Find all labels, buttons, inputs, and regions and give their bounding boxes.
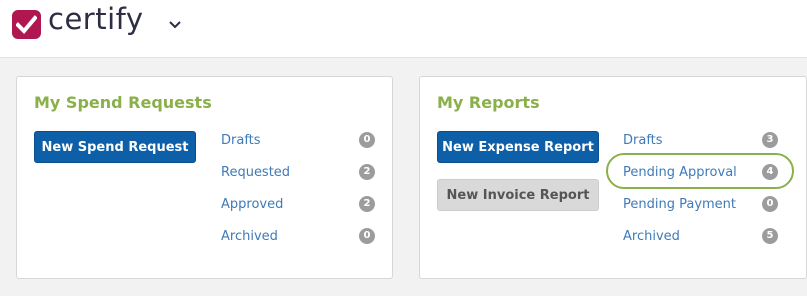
count-badge: 2 xyxy=(359,196,375,212)
count-badge: 2 xyxy=(359,164,375,180)
new-invoice-report-button[interactable]: New Invoice Report xyxy=(437,179,599,211)
spend-item-requested[interactable]: Requested 2 xyxy=(221,162,375,182)
spend-item-archived[interactable]: Archived 0 xyxy=(221,226,375,246)
spend-item-approved[interactable]: Approved 2 xyxy=(221,194,375,214)
spend-requests-title: My Spend Requests xyxy=(34,93,212,112)
list-item-label[interactable]: Archived xyxy=(221,229,359,244)
report-item-archived[interactable]: Archived 5 xyxy=(623,226,778,246)
count-badge: 0 xyxy=(762,196,778,212)
report-item-pending-approval[interactable]: Pending Approval 4 xyxy=(623,162,778,182)
list-item-label[interactable]: Archived xyxy=(623,229,762,244)
checkmark-icon xyxy=(16,15,37,34)
spend-item-drafts[interactable]: Drafts 0 xyxy=(221,130,375,150)
count-badge: 4 xyxy=(762,164,778,180)
new-spend-request-button[interactable]: New Spend Request xyxy=(34,131,196,163)
list-item-label[interactable]: Approved xyxy=(221,197,359,212)
list-item-label[interactable]: Drafts xyxy=(623,133,762,148)
count-badge: 0 xyxy=(359,228,375,244)
count-badge: 0 xyxy=(359,132,375,148)
report-item-pending-payment[interactable]: Pending Payment 0 xyxy=(623,194,778,214)
list-item-label[interactable]: Pending Approval xyxy=(623,165,762,180)
spend-requests-card: My Spend Requests New Spend Request Draf… xyxy=(16,76,393,279)
chevron-down-icon[interactable] xyxy=(167,17,183,31)
list-item-label[interactable]: Pending Payment xyxy=(623,197,762,212)
count-badge: 5 xyxy=(762,228,778,244)
app-name: certify xyxy=(48,2,144,36)
count-badge: 3 xyxy=(762,132,778,148)
list-item-label[interactable]: Drafts xyxy=(221,133,359,148)
reports-title: My Reports xyxy=(437,93,540,112)
reports-card: My Reports New Expense Report New Invoic… xyxy=(419,76,807,279)
certify-logo[interactable] xyxy=(12,10,41,39)
list-item-label[interactable]: Requested xyxy=(221,165,359,180)
report-item-drafts[interactable]: Drafts 3 xyxy=(623,130,778,150)
new-expense-report-button[interactable]: New Expense Report xyxy=(437,131,599,163)
top-bar: certify xyxy=(0,0,807,58)
